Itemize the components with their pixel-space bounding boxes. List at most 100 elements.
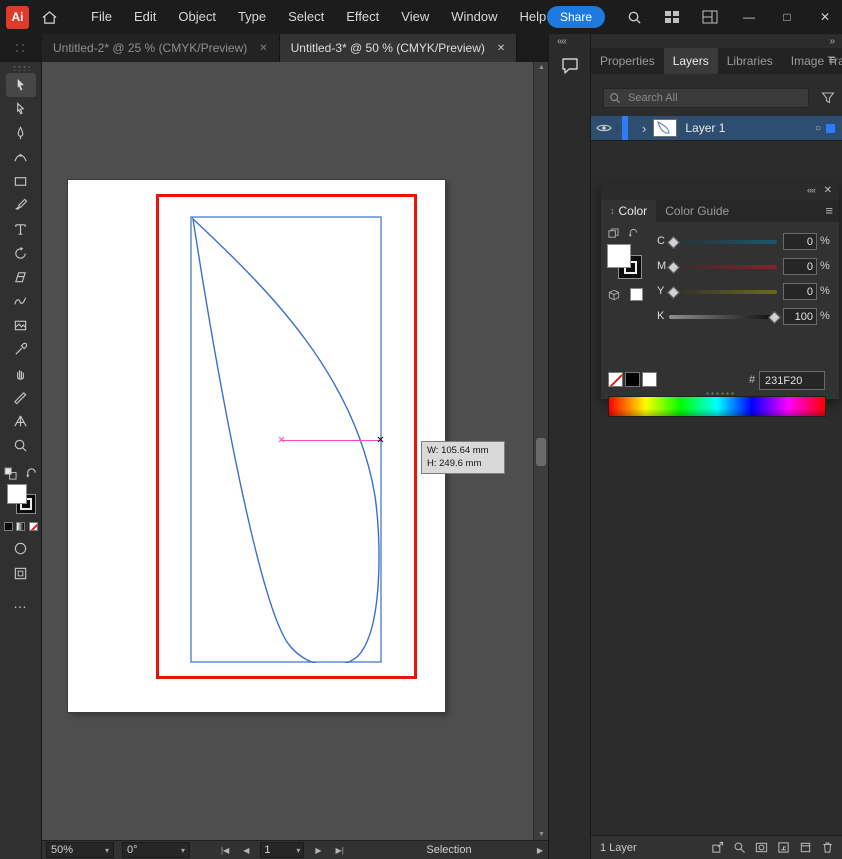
- visibility-eye-icon[interactable]: [591, 123, 618, 133]
- artboard-tool[interactable]: [6, 313, 36, 337]
- doc-tab-untitled-2[interactable]: Untitled-2* @ 25 % (CMYK/Preview) ✕: [42, 34, 280, 62]
- artboard-number-field[interactable]: ▾: [260, 842, 304, 858]
- tab-libraries[interactable]: Libraries: [718, 48, 782, 74]
- next-artboard-icon[interactable]: ▶: [315, 846, 321, 855]
- panel-resize-grip[interactable]: [705, 391, 735, 396]
- magenta-value-input[interactable]: [784, 260, 816, 275]
- panel-menu-icon[interactable]: ≡: [828, 52, 836, 67]
- yellow-value-input[interactable]: [784, 285, 816, 300]
- hex-input[interactable]: [760, 372, 824, 389]
- menu-window[interactable]: Window: [440, 0, 508, 34]
- previous-artboard-icon[interactable]: ◀: [243, 846, 249, 855]
- color-spectrum-bar[interactable]: [608, 396, 826, 417]
- black-swatch[interactable]: [625, 372, 640, 387]
- color-mode-swatch[interactable]: [4, 522, 13, 531]
- edit-toolbar-ellipsis[interactable]: …: [13, 595, 28, 611]
- minimize-button[interactable]: —: [742, 10, 756, 24]
- layers-search-input[interactable]: [626, 91, 803, 105]
- vertical-scrollbar[interactable]: ▲ ▼: [533, 62, 548, 840]
- scroll-down-icon[interactable]: ▼: [534, 831, 549, 838]
- cyan-slider-knob[interactable]: [667, 236, 680, 249]
- cyan-slider-track[interactable]: [669, 240, 777, 244]
- first-artboard-icon[interactable]: |◀: [221, 846, 229, 855]
- zoom-dropdown[interactable]: 50% ▾: [46, 842, 114, 858]
- collect-for-export-icon[interactable]: [711, 841, 724, 854]
- new-layer-icon[interactable]: [799, 841, 812, 854]
- menu-type[interactable]: Type: [227, 0, 277, 34]
- expand-panel-icon[interactable]: ««: [557, 36, 566, 47]
- close-tab-icon[interactable]: ✕: [497, 43, 505, 54]
- magenta-slider-track[interactable]: [669, 265, 777, 269]
- fill-swatch[interactable]: [7, 484, 27, 504]
- search-icon[interactable]: [627, 10, 642, 25]
- yellow-slider-knob[interactable]: [667, 286, 680, 299]
- perspective-grid-tool[interactable]: [6, 409, 36, 433]
- doc-tab-untitled-3[interactable]: Untitled-3* @ 50 % (CMYK/Preview) ✕: [280, 34, 518, 62]
- shape-mode-icon[interactable]: [13, 541, 28, 556]
- rotate-tool[interactable]: [6, 241, 36, 265]
- white-swatch[interactable]: [642, 372, 657, 387]
- curvature-tool[interactable]: [6, 145, 36, 169]
- new-sublayer-icon[interactable]: [777, 841, 790, 854]
- comments-icon[interactable]: [558, 54, 582, 78]
- last-artboard-icon[interactable]: ▶|: [336, 846, 344, 855]
- rectangle-tool[interactable]: [6, 169, 36, 193]
- yellow-slider-track[interactable]: [669, 290, 777, 294]
- scrollbar-thumb[interactable]: [536, 438, 546, 466]
- arrange-documents-icon[interactable]: [664, 10, 680, 24]
- home-icon[interactable]: [41, 10, 58, 25]
- maximize-button[interactable]: □: [780, 10, 794, 24]
- hex-field[interactable]: [759, 371, 825, 390]
- scroll-up-icon[interactable]: ▲: [534, 64, 549, 71]
- layer-row[interactable]: › Layer 1 ○: [591, 116, 842, 141]
- none-mode-swatch[interactable]: [29, 522, 38, 531]
- layer-name[interactable]: Layer 1: [685, 121, 725, 135]
- close-tab-icon[interactable]: ✕: [259, 43, 267, 54]
- close-button[interactable]: ✕: [818, 10, 832, 24]
- black-slider-knob[interactable]: [768, 311, 781, 324]
- eyedropper-tool[interactable]: [6, 337, 36, 361]
- black-value-input[interactable]: [784, 310, 816, 325]
- type-tool[interactable]: [6, 217, 36, 241]
- clipping-mask-icon[interactable]: [755, 841, 768, 854]
- target-circle-icon[interactable]: ○: [815, 123, 821, 134]
- artboard-number-input[interactable]: [264, 844, 282, 856]
- collapse-dock-icon[interactable]: »: [829, 36, 835, 47]
- menu-select[interactable]: Select: [277, 0, 335, 34]
- expand-layer-icon[interactable]: ›: [642, 121, 646, 136]
- hand-tool[interactable]: [6, 361, 36, 385]
- knife-tool[interactable]: [6, 385, 36, 409]
- tab-color[interactable]: ↕ Color: [601, 200, 656, 222]
- shaper-tool[interactable]: [6, 289, 36, 313]
- tab-layers[interactable]: Layers: [664, 48, 718, 74]
- draw-mode-icon[interactable]: [13, 566, 28, 581]
- workspace-switcher-icon[interactable]: [702, 10, 718, 24]
- fill-stroke-indicator[interactable]: [5, 484, 37, 516]
- menu-edit[interactable]: Edit: [123, 0, 167, 34]
- layer-thumbnail[interactable]: [653, 119, 677, 137]
- share-button[interactable]: Share: [547, 6, 605, 28]
- eraser-tool[interactable]: [6, 265, 36, 289]
- gradient-mode-swatch[interactable]: [16, 522, 25, 531]
- zoom-tool[interactable]: [6, 433, 36, 457]
- fill-swatch[interactable]: [607, 244, 631, 268]
- filter-icon[interactable]: [821, 91, 835, 105]
- selection-indicator-square[interactable]: [826, 124, 835, 133]
- menu-file[interactable]: File: [80, 0, 123, 34]
- default-fill-stroke-icon[interactable]: [4, 467, 17, 480]
- scroll-right-icon[interactable]: ▶: [537, 846, 543, 855]
- none-swatch[interactable]: [608, 372, 623, 387]
- collapse-panel-icon[interactable]: ««: [807, 185, 815, 195]
- black-slider-track[interactable]: [669, 315, 777, 319]
- menu-view[interactable]: View: [390, 0, 440, 34]
- menu-object[interactable]: Object: [167, 0, 227, 34]
- rotation-dropdown[interactable]: 0° ▾: [122, 842, 190, 858]
- magenta-slider-knob[interactable]: [667, 261, 680, 274]
- tab-properties[interactable]: Properties: [591, 48, 664, 74]
- close-panel-icon[interactable]: ✕: [824, 185, 832, 196]
- artboard[interactable]: [68, 180, 445, 712]
- pen-tool[interactable]: [6, 121, 36, 145]
- menu-effect[interactable]: Effect: [335, 0, 390, 34]
- delete-layer-icon[interactable]: [821, 841, 834, 854]
- direct-selection-tool[interactable]: [6, 97, 36, 121]
